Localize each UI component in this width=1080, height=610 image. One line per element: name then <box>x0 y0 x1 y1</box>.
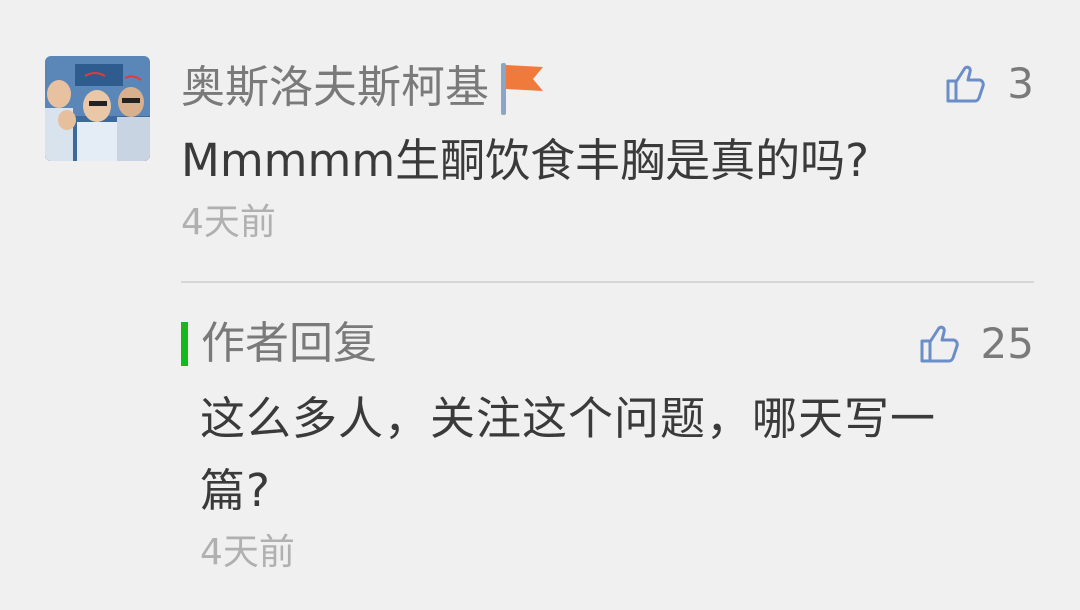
comment-timestamp: 4天前 <box>181 202 276 243</box>
reply-accent-bar <box>181 322 188 366</box>
reply-timestamp: 4天前 <box>200 532 295 573</box>
reply-like-count: 25 <box>980 319 1034 368</box>
thumbs-up-icon <box>919 324 959 364</box>
comment-text: Mmmmm生酮饮食丰胸是真的吗? <box>181 134 870 187</box>
comment-header: 奥斯洛夫斯柯基 <box>181 58 549 118</box>
comment-like-count: 3 <box>1007 59 1034 108</box>
comment-like-button[interactable]: 3 <box>945 56 1034 112</box>
reply-label: 作者回复 <box>201 318 377 369</box>
reply-like-button[interactable]: 25 <box>919 316 1034 372</box>
comment-username[interactable]: 奥斯洛夫斯柯基 <box>181 58 489 118</box>
flag-icon <box>499 59 549 117</box>
divider <box>181 281 1034 283</box>
thumbs-up-icon <box>945 64 986 104</box>
avatar[interactable] <box>45 56 150 161</box>
reply-text: 这么多人，关注这个问题，哪天写一篇? <box>200 392 937 517</box>
